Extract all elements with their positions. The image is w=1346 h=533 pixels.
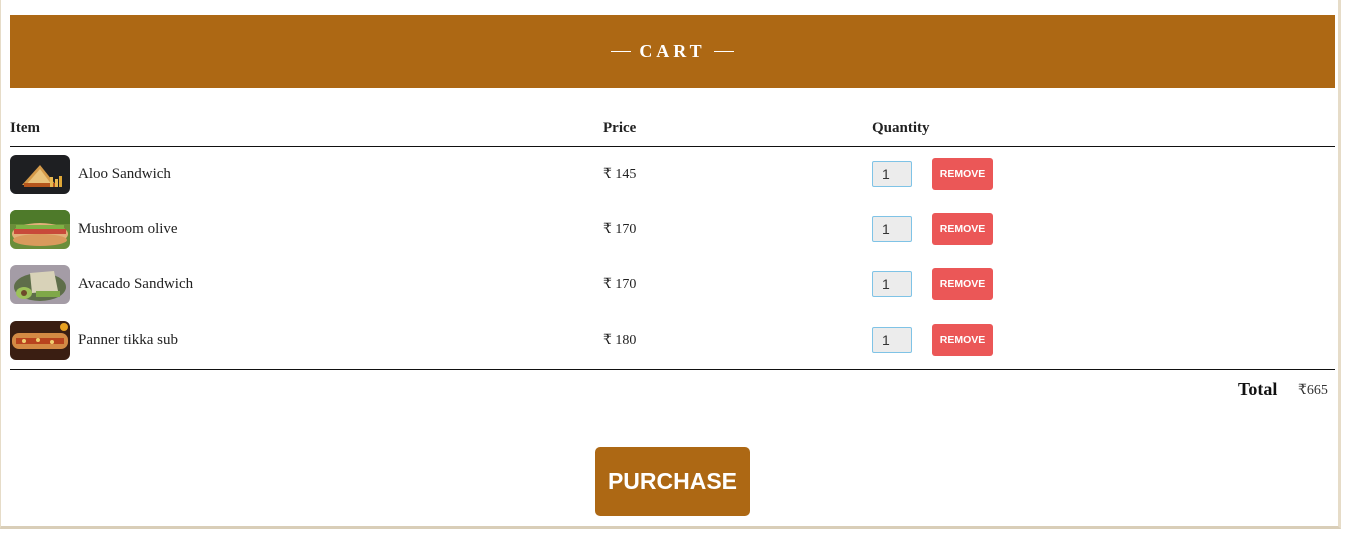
item-price: ₹ 170 — [603, 277, 637, 292]
column-header-price: Price — [603, 120, 637, 136]
table-divider — [10, 369, 1335, 370]
item-image — [10, 155, 70, 194]
quantity-input[interactable]: 1 — [872, 271, 912, 297]
item-name: Aloo Sandwich — [78, 166, 171, 182]
item-name: Avacado Sandwich — [78, 276, 194, 292]
total-value: ₹665 — [1298, 383, 1328, 398]
right-dash — [713, 51, 734, 52]
table-row: Panner tikka sub ₹ 180 1 REMOVE — [10, 321, 1335, 361]
table-row: Avacado Sandwich ₹ 170 1 REMOVE — [10, 265, 1335, 305]
item-price: ₹ 170 — [603, 222, 637, 237]
cart-header: CART — [10, 15, 1335, 88]
remove-button[interactable]: REMOVE — [932, 213, 993, 245]
item-price: ₹ 145 — [603, 167, 637, 182]
item-name: Mushroom olive — [78, 221, 178, 237]
item-image — [10, 265, 70, 304]
total-label: Total — [1238, 379, 1278, 399]
remove-button[interactable]: REMOVE — [932, 324, 993, 356]
quantity-input[interactable]: 1 — [872, 161, 912, 187]
remove-button[interactable]: REMOVE — [932, 158, 993, 190]
item-image — [10, 210, 70, 249]
table-header: Item Price Quantity — [10, 118, 1335, 147]
page-title: CART — [639, 41, 706, 61]
left-dash — [611, 51, 632, 52]
page-frame: CART Item Price Quantity Aloo Sandwich ₹… — [0, 0, 1341, 529]
quantity-input[interactable]: 1 — [872, 216, 912, 242]
quantity-input[interactable]: 1 — [872, 327, 912, 353]
remove-button[interactable]: REMOVE — [932, 268, 993, 300]
item-price: ₹ 180 — [603, 333, 637, 348]
item-image — [10, 321, 70, 360]
column-header-item: Item — [10, 120, 40, 136]
purchase-button[interactable]: PURCHASE — [595, 447, 750, 516]
column-header-quantity: Quantity — [872, 120, 930, 136]
table-row: Mushroom olive ₹ 170 1 REMOVE — [10, 210, 1335, 250]
table-row: Aloo Sandwich ₹ 145 1 REMOVE — [10, 155, 1335, 195]
item-name: Panner tikka sub — [78, 332, 178, 348]
